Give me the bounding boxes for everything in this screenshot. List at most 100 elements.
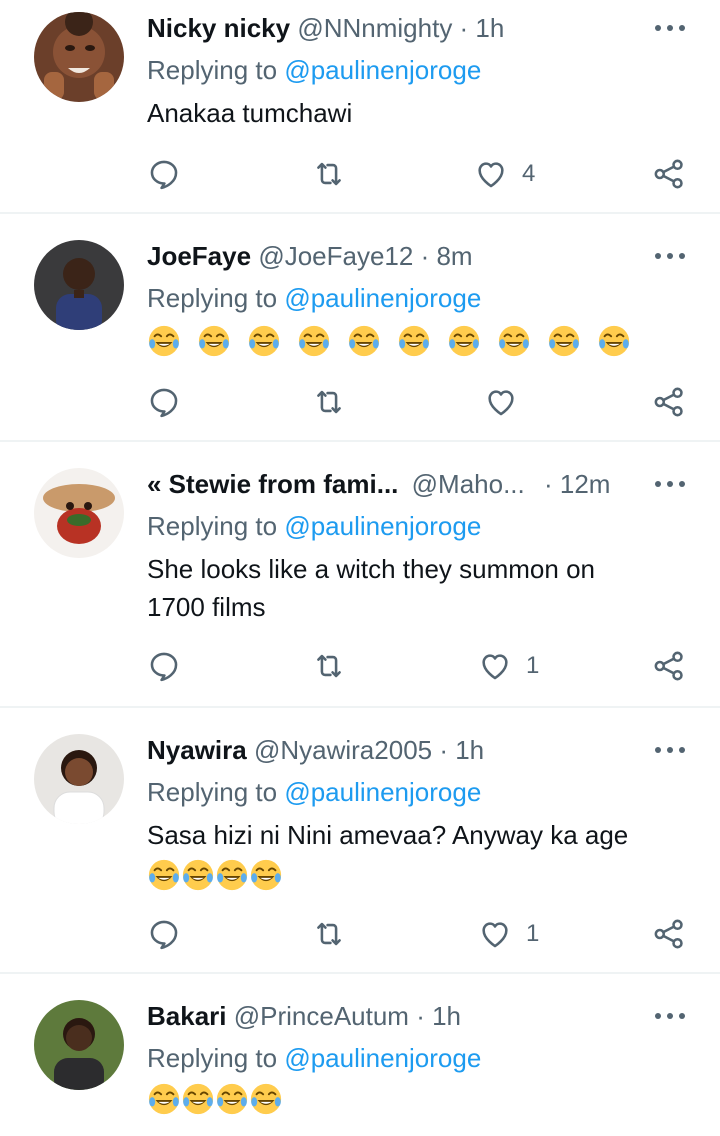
- face-with-tears-of-joy-icon: [247, 324, 281, 358]
- tweet-header: Bakari @PrinceAutum · 1h: [147, 996, 647, 1036]
- share-button[interactable]: [652, 916, 686, 952]
- face-with-tears-of-joy-icon: [397, 324, 431, 358]
- replying-prefix: Replying to: [147, 511, 285, 541]
- face-with-tears-of-joy-icon: [147, 858, 181, 892]
- timestamp[interactable]: · 1h: [460, 13, 505, 43]
- face-with-tears-of-joy-icon: [597, 324, 631, 358]
- share-button[interactable]: [652, 156, 686, 192]
- display-name[interactable]: JoeFaye: [147, 241, 251, 271]
- user-handle[interactable]: @Maho...: [412, 469, 525, 499]
- retweet-icon: [312, 157, 346, 191]
- retweet-icon: [312, 917, 346, 951]
- share-button[interactable]: [652, 648, 686, 684]
- reply-icon: [147, 649, 181, 683]
- reply-icon: [147, 385, 181, 419]
- like-button[interactable]: 1: [478, 916, 539, 952]
- user-handle[interactable]: @JoeFaye12: [258, 241, 413, 271]
- face-with-tears-of-joy-icon: [197, 324, 231, 358]
- replying-handle-link[interactable]: @paulinenjoroge: [284, 511, 481, 541]
- divider: [0, 972, 720, 974]
- avatar[interactable]: [34, 240, 124, 330]
- timestamp[interactable]: · 8m: [421, 241, 473, 271]
- more-icon[interactable]: [650, 472, 690, 496]
- timestamp[interactable]: · 1h: [439, 735, 484, 765]
- like-button[interactable]: 4: [474, 156, 535, 192]
- divider: [0, 212, 720, 214]
- more-icon[interactable]: [650, 1004, 690, 1028]
- tweet-card[interactable]: Bakari @PrinceAutum · 1h Replying to @pa…: [0, 996, 720, 1136]
- emoji-row: [147, 858, 283, 898]
- heart-icon: [484, 385, 518, 419]
- face-with-tears-of-joy-icon: [181, 1082, 215, 1116]
- retweet-button[interactable]: [312, 156, 346, 192]
- face-with-tears-of-joy-icon: [147, 1082, 181, 1116]
- heart-icon: [474, 157, 508, 191]
- user-handle[interactable]: @Nyawira2005: [254, 735, 432, 765]
- replying-to: Replying to @paulinenjoroge: [147, 278, 481, 318]
- tweet-text: She looks like a witch they summon on 17…: [147, 554, 595, 622]
- replying-handle-link[interactable]: @paulinenjoroge: [284, 55, 481, 85]
- retweet-button[interactable]: [312, 384, 346, 420]
- replying-to: Replying to @paulinenjoroge: [147, 50, 481, 90]
- reply-icon: [147, 157, 181, 191]
- action-bar: 1: [0, 648, 720, 688]
- tweet-card[interactable]: Nyawira @Nyawira2005 · 1h Replying to @p…: [0, 730, 720, 970]
- timestamp[interactable]: · 1h: [416, 1001, 461, 1031]
- avatar[interactable]: [34, 12, 124, 102]
- reply-button[interactable]: [147, 156, 181, 192]
- more-icon[interactable]: [650, 738, 690, 762]
- replying-handle-link[interactable]: @paulinenjoroge: [284, 1043, 481, 1073]
- more-icon[interactable]: [650, 16, 690, 40]
- display-name[interactable]: « Stewie from fami...: [147, 469, 398, 499]
- emoji-row: [147, 1082, 283, 1122]
- like-count: 1: [526, 920, 540, 947]
- retweet-button[interactable]: [312, 916, 346, 952]
- replying-to: Replying to @paulinenjoroge: [147, 506, 481, 546]
- divider: [0, 440, 720, 442]
- replying-prefix: Replying to: [147, 55, 285, 85]
- share-button[interactable]: [652, 384, 686, 420]
- replying-prefix: Replying to: [147, 283, 285, 313]
- retweet-icon: [312, 385, 346, 419]
- reply-button[interactable]: [147, 916, 181, 952]
- more-icon[interactable]: [650, 244, 690, 268]
- timestamp[interactable]: · 12m: [544, 469, 610, 499]
- user-handle[interactable]: @NNnmighty: [297, 13, 452, 43]
- face-with-tears-of-joy-icon: [249, 858, 283, 892]
- heart-icon: [478, 649, 512, 683]
- avatar[interactable]: [34, 734, 124, 824]
- face-with-tears-of-joy-icon: [181, 858, 215, 892]
- like-count: 1: [526, 652, 540, 679]
- display-name[interactable]: Bakari: [147, 1001, 227, 1031]
- emoji-row: [147, 324, 631, 364]
- face-with-tears-of-joy-icon: [147, 324, 181, 358]
- replying-handle-link[interactable]: @paulinenjoroge: [284, 283, 481, 313]
- face-with-tears-of-joy-icon: [497, 324, 531, 358]
- face-with-tears-of-joy-icon: [297, 324, 331, 358]
- tweet-card[interactable]: JoeFaye @JoeFaye12 · 8m Replying to @pau…: [0, 236, 720, 441]
- like-count: 4: [522, 160, 536, 187]
- avatar[interactable]: [34, 468, 124, 558]
- reply-button[interactable]: [147, 384, 181, 420]
- retweet-button[interactable]: [312, 648, 346, 684]
- replying-to: Replying to @paulinenjoroge: [147, 772, 481, 812]
- face-with-tears-of-joy-icon: [249, 1082, 283, 1116]
- avatar[interactable]: [34, 1000, 124, 1090]
- like-button[interactable]: 1: [478, 648, 539, 684]
- share-icon: [652, 649, 686, 683]
- tweet-text: Sasa hizi ni Nini amevaa? Anyway ka age: [147, 820, 629, 850]
- reply-button[interactable]: [147, 648, 181, 684]
- display-name[interactable]: Nyawira: [147, 735, 247, 765]
- display-name[interactable]: Nicky nicky: [147, 13, 290, 43]
- tweet-text: Anakaa tumchawi: [147, 98, 353, 128]
- user-handle[interactable]: @PrinceAutum: [234, 1001, 409, 1031]
- replying-handle-link[interactable]: @paulinenjoroge: [284, 777, 481, 807]
- share-icon: [652, 157, 686, 191]
- tweet-card[interactable]: « Stewie from fami... @Maho... · 12m Rep…: [0, 464, 720, 704]
- like-button[interactable]: [484, 384, 532, 420]
- tweet-card[interactable]: Nicky nicky @NNnmighty · 1h Replying to …: [0, 8, 720, 213]
- replying-prefix: Replying to: [147, 777, 285, 807]
- retweet-icon: [312, 649, 346, 683]
- share-icon: [652, 917, 686, 951]
- tweet-header: Nyawira @Nyawira2005 · 1h: [147, 730, 647, 770]
